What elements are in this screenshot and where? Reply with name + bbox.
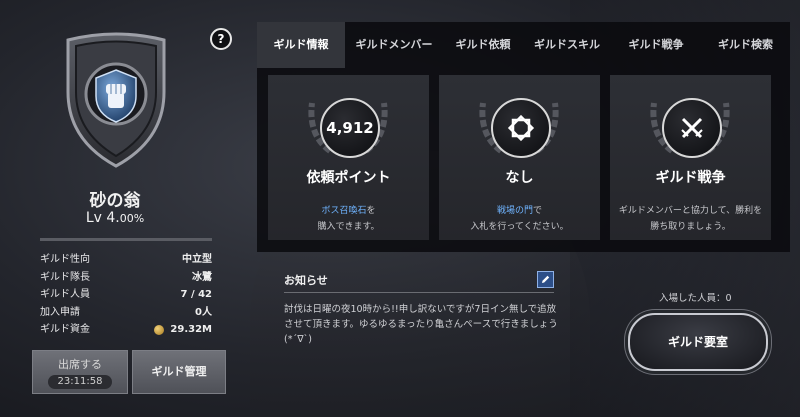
tab-guild-search[interactable]: ギルド検索	[701, 22, 790, 68]
info-label: ギルド性向	[40, 254, 90, 265]
card-desc-text: 入札を行ってください。	[470, 222, 569, 232]
notice-body: 討伐は日曜の夜10時から!!申し訳ないですが7日イン無しで追放させて頂きます。ゆ…	[284, 304, 558, 345]
attendance-button[interactable]: 出席する 23:11:58	[32, 350, 128, 394]
funds-amount: 29.32M	[170, 324, 212, 335]
coin-icon	[154, 324, 165, 335]
guild-room-button[interactable]: ギルド要室	[628, 313, 768, 371]
entered-members-count: 入場した人員：0	[659, 293, 732, 304]
points-medal: 4,912	[320, 98, 380, 158]
guild-war-card[interactable]: ギルド戦争 ギルドメンバーと協力して、勝利を 勝ち取りましょう。	[610, 75, 771, 240]
guild-info-panel: ギルド情報 ギルドメンバー ギルド依頼 ギルドスキル ギルド戦争 ギルド検索 4…	[257, 22, 790, 252]
card-desc-text: を	[366, 206, 376, 216]
guild-emblem-icon	[66, 32, 166, 168]
card-description: ギルドメンバーと協力して、勝利を 勝ち取りましょう。	[610, 203, 771, 235]
card-title: 依頼ポイント	[306, 170, 391, 186]
tab-guild-members[interactable]: ギルドメンバー	[345, 22, 443, 68]
guild-level: Lv 4.00%	[0, 210, 230, 226]
tab-guild-war[interactable]: ギルド戦争	[611, 22, 701, 68]
tab-bar: ギルド情報 ギルドメンバー ギルド依頼 ギルドスキル ギルド戦争 ギルド検索	[257, 22, 790, 68]
request-points-card[interactable]: 4,912 依頼ポイント ボス召喚石を 購入できます。	[268, 75, 429, 240]
info-row-applications: 加入申請 0人	[40, 304, 212, 322]
info-row-members: ギルド人員 7 / 42	[40, 286, 212, 304]
edit-pencil-icon[interactable]	[537, 271, 554, 288]
guild-manage-button[interactable]: ギルド管理	[132, 350, 226, 394]
info-label: ギルド人員	[40, 289, 90, 300]
info-row-leader: ギルド隊長 冰鷺	[40, 269, 212, 287]
info-value: 中立型	[182, 254, 212, 265]
info-label: 加入申請	[40, 306, 80, 318]
help-icon[interactable]: ?	[210, 28, 232, 50]
guild-name: 砂の翁	[89, 191, 141, 211]
guild-level-label: Lv 4.	[85, 210, 120, 226]
notice-divider	[284, 292, 554, 293]
card-desc-text: 購入できます。	[317, 222, 380, 232]
card-description: ボス召喚石を 購入できます。	[268, 203, 429, 235]
gate-diamond-icon	[507, 114, 535, 142]
info-value: 7 / 42	[180, 289, 213, 300]
tab-guild-info[interactable]: ギルド情報	[257, 22, 345, 68]
card-desc-text: 勝ち取りましょう。	[650, 222, 731, 232]
info-value: 0人	[195, 306, 212, 318]
card-desc-text: ギルドメンバーと協力して、勝利を	[618, 206, 763, 216]
card-row: 4,912 依頼ポイント ボス召喚石を 購入できます。 なし 戦場の門で 入札を…	[268, 75, 771, 240]
attendance-timer: 23:11:58	[48, 375, 112, 389]
card-desc-text: で	[533, 206, 543, 216]
guild-level-percent: 00%	[119, 212, 145, 225]
tab-guild-requests[interactable]: ギルド依頼	[443, 22, 523, 68]
info-row-funds: ギルド資金 29.32M	[40, 321, 212, 339]
info-row-alignment: ギルド性向 中立型	[40, 251, 212, 269]
guild-info-list: ギルド性向 中立型 ギルド隊長 冰鷺 ギルド人員 7 / 42 加入申請 0人 ギルド資…	[40, 251, 212, 339]
info-value: 冰鷺	[192, 271, 212, 283]
card-title: ギルド戦争	[655, 170, 726, 186]
info-label: ギルド資金	[40, 324, 90, 335]
crossed-swords-icon	[662, 98, 722, 158]
battlefield-card[interactable]: なし 戦場の門で 入札を行ってください。	[439, 75, 600, 240]
level-progress-bar	[40, 238, 212, 241]
battlefield-gate-link[interactable]: 戦場の門	[497, 206, 533, 216]
tab-guild-skills[interactable]: ギルドスキル	[523, 22, 611, 68]
card-title: なし	[505, 170, 534, 186]
info-value-funds: 29.32M	[154, 321, 212, 339]
info-label: ギルド隊長	[40, 271, 90, 283]
card-description: 戦場の門で 入札を行ってください。	[439, 203, 600, 235]
attendance-label: 出席する	[58, 358, 102, 371]
swords-icon	[681, 117, 703, 139]
battlefield-gate-icon	[491, 98, 551, 158]
boss-stone-link[interactable]: ボス召喚石	[321, 206, 366, 216]
notice-title: お知らせ	[284, 274, 328, 287]
